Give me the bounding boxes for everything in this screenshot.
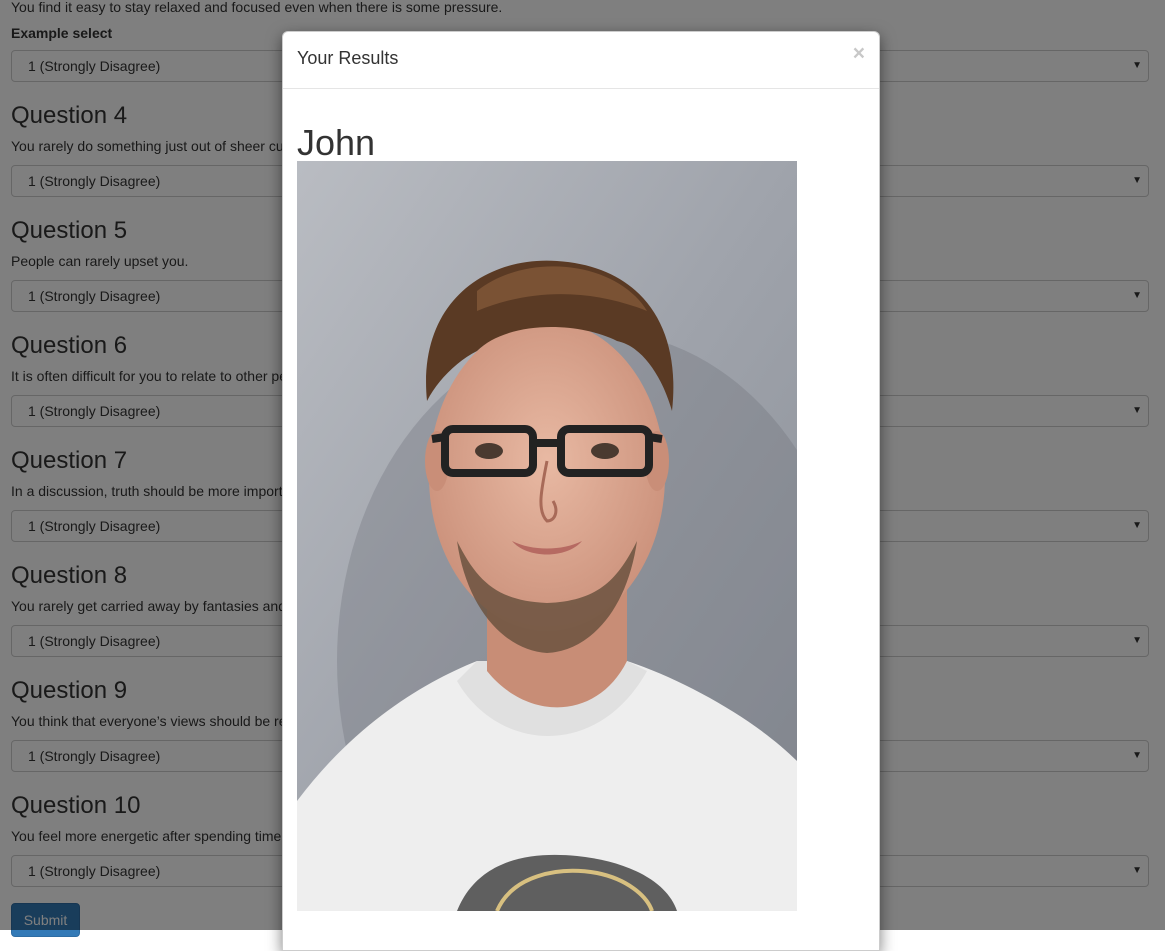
modal-title: Your Results (297, 48, 399, 68)
modal-header: Your Results × (283, 32, 879, 89)
result-portrait-image (297, 161, 797, 911)
result-name: John (297, 122, 376, 163)
results-modal: Your Results × John (282, 31, 880, 951)
close-icon[interactable]: × (853, 43, 865, 64)
